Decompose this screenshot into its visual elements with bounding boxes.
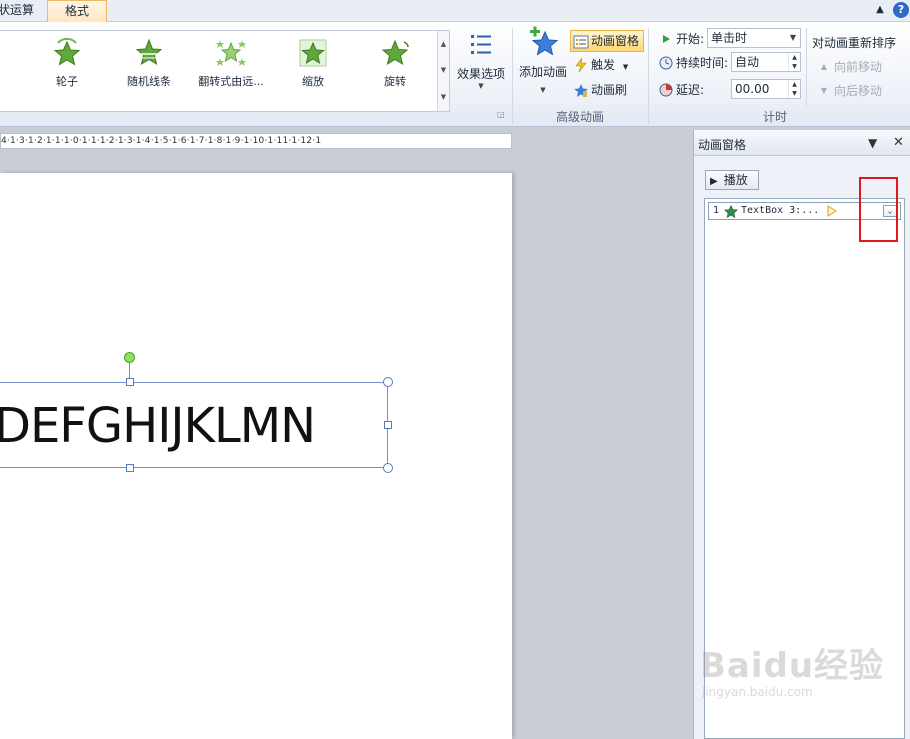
resize-handle-bottom-right[interactable] [383, 463, 393, 473]
entrance-star-icon [724, 205, 738, 218]
play-triangle-icon [663, 35, 670, 43]
tab-previous-label: 状运算 [0, 3, 35, 17]
animation-list: 1 TextBox 3:... ⌄ [704, 198, 905, 739]
up-arrow-icon: ▲ [820, 62, 828, 71]
duration-label-row: 持续时间: [656, 52, 732, 74]
effect-options-label: 效果选项 [456, 67, 505, 81]
animation-pane-title: 动画窗格 [698, 138, 747, 152]
tab-format-label: 格式 [64, 4, 89, 18]
spin-star-icon [381, 39, 409, 66]
trigger-label: 触发 [591, 58, 616, 72]
chevron-down-icon[interactable]: ▼ [786, 29, 800, 47]
ribbon-collapse-icon[interactable]: ▲ [872, 2, 888, 18]
play-icon: ▶ [710, 176, 718, 187]
gallery-item-random-bars[interactable]: 随机线条 [109, 37, 189, 89]
animation-pane-label: 动画窗格 [591, 34, 640, 48]
animation-painter-button[interactable]: 动画刷 [571, 79, 641, 101]
effect-options-button[interactable]: 效果选项 ▼ [455, 32, 507, 90]
animation-dialog-launcher-icon[interactable]: ◲ [497, 110, 507, 120]
trigger-button[interactable]: 触发 ▼ [571, 54, 641, 76]
animation-order-number: 1 [713, 205, 720, 216]
animation-pane-icon [573, 35, 589, 49]
wheel-star-icon [53, 37, 81, 66]
move-earlier-button[interactable]: ▲ 向前移动 [814, 56, 894, 78]
resize-handle-right[interactable] [384, 421, 392, 429]
animation-target-name: TextBox 3:... [741, 205, 820, 216]
play-button[interactable]: ▶ 播放 [705, 170, 759, 190]
gallery-item-label: 旋转 [384, 75, 406, 88]
tab-format[interactable]: 格式 [47, 0, 107, 22]
pane-options-icon[interactable]: ▼ [868, 136, 877, 150]
clock-icon [659, 56, 673, 70]
gallery-item-zoom[interactable]: 缩放 [273, 37, 353, 89]
gallery-item-label: 缩放 [302, 75, 324, 88]
ribbon-tab-strip: 状运算 格式 ▲ ? [0, 0, 910, 22]
move-later-button[interactable]: ▼ 向后移动 [814, 80, 894, 102]
add-animation-star-icon [530, 26, 559, 56]
resize-handle-bottom[interactable] [126, 464, 134, 472]
animation-painter-label: 动画刷 [591, 83, 628, 97]
delay-spinner[interactable]: 00.00 ▲ ▼ [731, 79, 801, 99]
start-label-row: 开始: [656, 28, 708, 50]
zoom-star-icon [299, 39, 327, 67]
lightning-icon [575, 57, 587, 73]
horizontal-ruler[interactable]: 4·1·3·1·2·1·1·1·0·1·1·1·2·1·3·1·4·1·5·1·… [0, 133, 512, 149]
float-star-icon [216, 40, 246, 66]
add-animation-button[interactable]: 添加动画 ▼ [516, 26, 570, 94]
ribbon-separator [512, 28, 513, 124]
animation-painter-icon [574, 84, 588, 97]
timeline-bar-icon [827, 205, 837, 217]
gallery-item-label: 随机线条 [127, 75, 171, 88]
down-arrow-icon: ▼ [820, 86, 828, 95]
ribbon-separator [648, 28, 649, 124]
animation-gallery: 轮子 随机线条 翻转式由远... 缩放 旋转 ▲ ▼ ▼ [0, 30, 450, 112]
reorder-title: 对动画重新排序 [812, 36, 897, 50]
chevron-down-icon: ▼ [540, 86, 546, 94]
rotation-handle[interactable] [124, 352, 135, 363]
ruler-marks: 4·1·3·1·2·1·1·1·0·1·1·1·2·1·3·1·4·1·5·1·… [1, 136, 322, 146]
timing-group-label: 计时 [762, 110, 787, 124]
tab-previous[interactable]: 状运算 [0, 0, 40, 22]
gallery-item-spin[interactable]: 旋转 [355, 37, 435, 89]
gallery-scroll-up[interactable]: ▲ [437, 31, 449, 57]
effect-options-icon [471, 35, 491, 54]
start-label: 开始: [676, 32, 705, 46]
move-later-label: 向后移动 [834, 84, 883, 98]
advanced-animation-group-label: 高级动画 [555, 110, 604, 124]
duration-label: 持续时间: [676, 56, 729, 70]
spinner-arrows-icon[interactable]: ▲ ▼ [788, 80, 800, 98]
chevron-down-icon: ▼ [478, 82, 484, 90]
play-label: 播放 [723, 173, 748, 187]
animation-pane-button[interactable]: 动画窗格 [570, 30, 644, 52]
close-icon[interactable]: ✕ [893, 135, 904, 150]
start-select-value: 单击时 [711, 31, 748, 45]
resize-handle-top-right[interactable] [383, 377, 393, 387]
gallery-item-float[interactable]: 翻转式由远... [191, 37, 271, 89]
duration-spinner[interactable]: 自动 ▲ ▼ [731, 52, 801, 72]
add-animation-label: 添加动画 [518, 65, 567, 79]
highlight-annotation-box [859, 177, 898, 242]
delay-clock-icon [659, 83, 673, 97]
gallery-item-wheel[interactable]: 轮子 [27, 37, 107, 89]
ribbon: 轮子 随机线条 翻转式由远... 缩放 旋转 ▲ ▼ ▼ 效果选项 ▼ ◲ 添加… [0, 22, 910, 127]
resize-handle-top[interactable] [126, 378, 134, 386]
start-select[interactable]: 单击时 ▼ [707, 28, 801, 48]
gallery-scroll-down[interactable]: ▼ [437, 57, 449, 83]
ribbon-separator [806, 28, 807, 106]
textbox-text[interactable]: DEFGHIJKLMN [0, 397, 316, 455]
spinner-arrows-icon[interactable]: ▲ ▼ [788, 53, 800, 71]
delay-label-row: 延迟: [656, 79, 708, 101]
move-earlier-label: 向前移动 [834, 60, 883, 74]
random-bars-star-icon [135, 38, 163, 66]
gallery-item-label: 轮子 [56, 75, 78, 88]
animation-pane-header: 动画窗格 ▼ ✕ [694, 130, 910, 156]
delay-value: 00.00 [735, 82, 770, 96]
delay-label: 延迟: [676, 83, 705, 97]
gallery-expand[interactable]: ▼ [437, 83, 449, 111]
gallery-item-label: 翻转式由远... [198, 75, 264, 88]
help-icon[interactable]: ? [893, 2, 909, 18]
duration-value: 自动 [735, 55, 760, 69]
chevron-down-icon: ▼ [622, 63, 629, 71]
